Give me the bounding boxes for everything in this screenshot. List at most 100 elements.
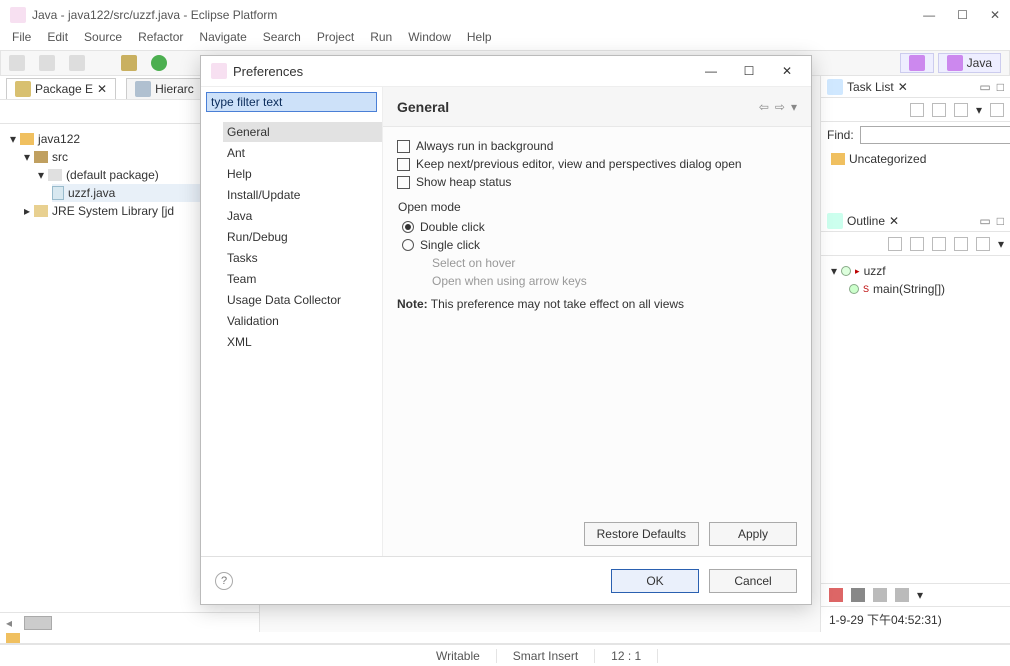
menu-navigate[interactable]: Navigate	[199, 30, 246, 50]
category-validation[interactable]: Validation	[223, 311, 382, 331]
categorize-icon[interactable]	[932, 103, 946, 117]
menu-source[interactable]: Source	[84, 30, 122, 50]
outline-method-label: main(String[])	[873, 282, 945, 296]
radio-icon	[402, 221, 414, 233]
sort-icon[interactable]	[888, 237, 902, 251]
clear-console-icon[interactable]	[873, 588, 887, 602]
hide-nonpublic-icon[interactable]	[954, 237, 968, 251]
fastview-icon[interactable]	[6, 633, 20, 643]
category-xml[interactable]: XML	[223, 332, 382, 352]
pin-console-icon[interactable]	[895, 588, 909, 602]
new-task-icon[interactable]	[910, 103, 924, 117]
menu-project[interactable]: Project	[317, 30, 354, 50]
apply-button[interactable]: Apply	[709, 522, 797, 546]
dialog-minimize-button[interactable]: —	[697, 64, 725, 78]
find-input[interactable]	[860, 126, 1010, 144]
outline-toolbar: ▾	[821, 232, 1010, 256]
checkbox-heap-status[interactable]: Show heap status	[397, 173, 797, 191]
runnable-decorator-icon: ▸	[855, 266, 860, 277]
hierarchy-icon	[135, 81, 151, 97]
window-title: Java - java122/src/uzzf.java - Eclipse P…	[32, 8, 923, 22]
terminate-icon[interactable]	[829, 588, 843, 602]
hide-fields-icon[interactable]	[910, 237, 924, 251]
debug-icon[interactable]	[121, 55, 137, 71]
category-panel: General Ant Help Install/Update Java Run…	[201, 87, 383, 556]
open-perspective-button[interactable]	[900, 53, 934, 73]
horizontal-scrollbar[interactable]: ◂	[0, 612, 259, 632]
console-text: 1-9-29 下午04:52:31)	[821, 607, 1010, 632]
category-team[interactable]: Team	[223, 269, 382, 289]
menu-file[interactable]: File	[12, 30, 31, 50]
tab-hierarchy[interactable]: Hierarc	[126, 78, 203, 99]
outline-title: Outline	[847, 214, 885, 228]
category-run-debug[interactable]: Run/Debug	[223, 227, 382, 247]
save-icon[interactable]	[39, 55, 55, 71]
minimize-button[interactable]: —	[923, 8, 935, 22]
schedule-icon[interactable]	[954, 103, 968, 117]
category-usage-data[interactable]: Usage Data Collector	[223, 290, 382, 310]
dialog-footer: ? OK Cancel	[201, 556, 811, 604]
filter-input[interactable]	[206, 92, 377, 112]
nav-forward-icon[interactable]: ⇨	[775, 100, 785, 114]
menu-help[interactable]: Help	[467, 30, 492, 50]
maximize-view-icon[interactable]: □	[997, 80, 1004, 94]
uncategorized-row[interactable]: Uncategorized	[821, 148, 1010, 170]
menu-window[interactable]: Window	[408, 30, 451, 50]
save-all-icon[interactable]	[69, 55, 85, 71]
dialog-close-button[interactable]: ✕	[773, 64, 801, 78]
outline-method-node[interactable]: Smain(String[])	[849, 280, 1000, 298]
outline-class-node[interactable]: ▾ ▸uzzf	[831, 262, 1000, 280]
category-tasks[interactable]: Tasks	[223, 248, 382, 268]
sync-icon[interactable]	[990, 103, 1004, 117]
cancel-button[interactable]: Cancel	[709, 569, 797, 593]
new-icon[interactable]	[9, 55, 25, 71]
checkbox-keep-dialog[interactable]: Keep next/previous editor, view and pers…	[397, 155, 797, 173]
scrollbar-thumb[interactable]	[24, 616, 52, 630]
maximize-outline-icon[interactable]: □	[997, 214, 1004, 228]
run-icon[interactable]	[151, 55, 167, 71]
menubar: File Edit Source Refactor Navigate Searc…	[0, 30, 1010, 50]
nav-menu-icon[interactable]: ▾	[791, 100, 797, 114]
note-row: Note: This preference may not take effec…	[397, 291, 797, 311]
package-icon	[15, 81, 31, 97]
restore-apply-row: Restore Defaults Apply	[383, 512, 811, 556]
options-area: Always run in background Keep next/previ…	[383, 127, 811, 321]
menu-refactor[interactable]: Refactor	[138, 30, 183, 50]
tab-package-explorer[interactable]: Package E ✕	[6, 78, 116, 99]
nav-back-icon[interactable]: ⇦	[759, 100, 769, 114]
outline-header: Outline ✕ ▭□	[821, 210, 1010, 232]
checkbox-always-run-bg[interactable]: Always run in background	[397, 137, 797, 155]
ok-button[interactable]: OK	[611, 569, 699, 593]
tasklist-menu-icon[interactable]: ▾	[976, 103, 982, 117]
radio-single-click[interactable]: Single click	[398, 236, 796, 254]
close-tab-icon[interactable]: ✕	[97, 82, 107, 96]
settings-heading: General	[397, 99, 759, 115]
remove-launches-icon[interactable]	[851, 588, 865, 602]
outline-menu-icon[interactable]: ▾	[998, 237, 1004, 251]
menu-run[interactable]: Run	[370, 30, 392, 50]
category-help[interactable]: Help	[223, 164, 382, 184]
hide-local-icon[interactable]	[976, 237, 990, 251]
radio-icon	[402, 239, 414, 251]
dialog-maximize-button[interactable]: ☐	[735, 64, 763, 78]
category-java[interactable]: Java	[223, 206, 382, 226]
menu-search[interactable]: Search	[263, 30, 301, 50]
minimize-view-icon[interactable]: ▭	[979, 80, 990, 94]
category-general[interactable]: General	[223, 122, 382, 142]
dialog-icon	[211, 63, 227, 79]
restore-defaults-button[interactable]: Restore Defaults	[584, 522, 699, 546]
menu-edit[interactable]: Edit	[47, 30, 68, 50]
maximize-button[interactable]: ☐	[957, 8, 968, 22]
dialog-titlebar: Preferences — ☐ ✕	[201, 56, 811, 86]
console-menu-icon[interactable]: ▾	[917, 588, 923, 602]
hide-static-icon[interactable]	[932, 237, 946, 251]
close-button[interactable]: ✕	[990, 8, 1000, 22]
category-install-update[interactable]: Install/Update	[223, 185, 382, 205]
trim-bar	[0, 632, 1010, 644]
category-ant[interactable]: Ant	[223, 143, 382, 163]
note-bold: Note:	[397, 297, 428, 311]
help-icon[interactable]: ?	[215, 572, 233, 590]
minimize-outline-icon[interactable]: ▭	[979, 214, 990, 228]
radio-double-click[interactable]: Double click	[398, 218, 796, 236]
perspective-java[interactable]: Java	[938, 53, 1001, 73]
